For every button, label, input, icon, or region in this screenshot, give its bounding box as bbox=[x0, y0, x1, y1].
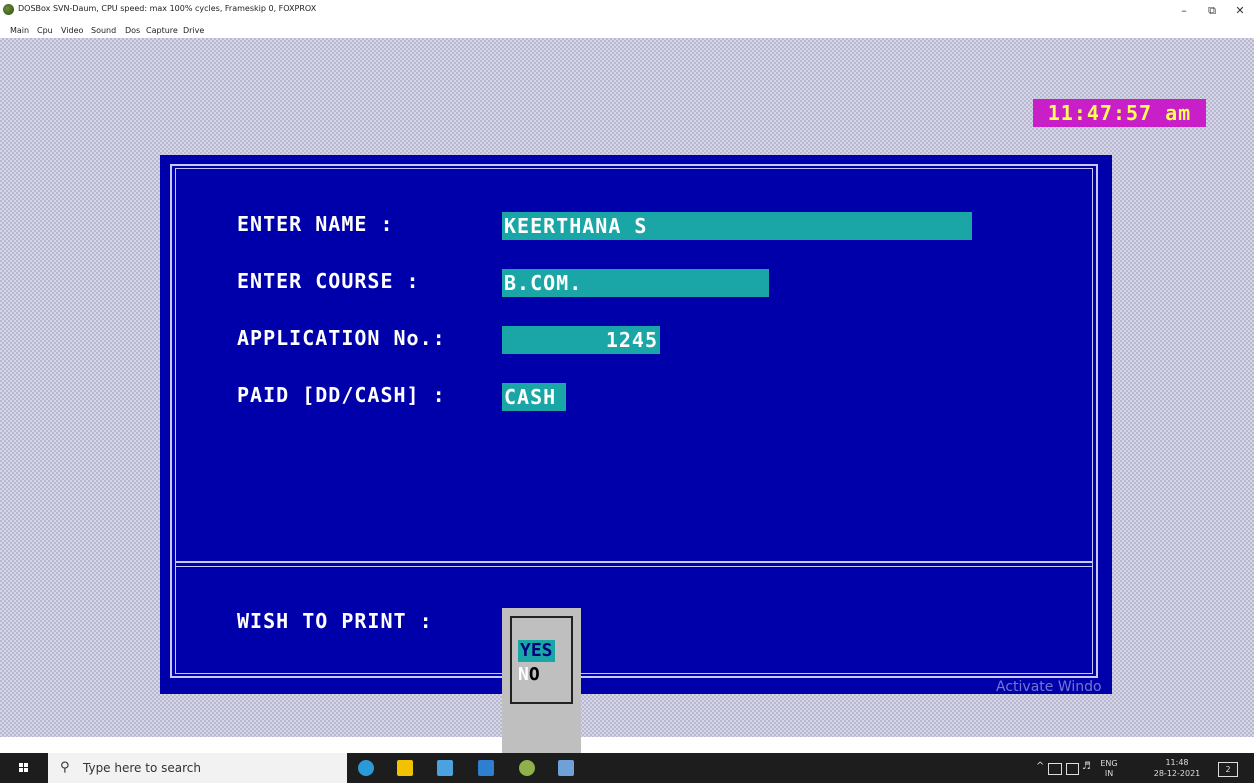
print-option-no-rest: O bbox=[528, 664, 540, 685]
application-no-label: APPLICATION No.: bbox=[237, 326, 446, 350]
menu-video[interactable]: Video bbox=[61, 26, 83, 35]
print-option-yes[interactable]: YES bbox=[518, 640, 555, 662]
menu-bar: Main Cpu Video Sound Dos Capture Drive bbox=[0, 22, 1254, 38]
windows-logo-icon bbox=[19, 763, 29, 773]
print-choice-popup: YES NO bbox=[502, 608, 581, 759]
edge-icon[interactable] bbox=[358, 760, 374, 776]
notification-center-icon[interactable]: 2 bbox=[1218, 762, 1238, 777]
store-icon[interactable] bbox=[437, 760, 453, 776]
language-bottom[interactable]: IN bbox=[1097, 769, 1121, 778]
language-top[interactable]: ENG bbox=[1097, 759, 1121, 768]
taskbar-search-box[interactable]: ⚲ Type here to search bbox=[48, 753, 347, 783]
name-field[interactable]: KEERTHANA S bbox=[502, 212, 972, 240]
dosbox-icon[interactable] bbox=[519, 760, 535, 776]
tray-volume-icon[interactable]: ♬ bbox=[1082, 761, 1091, 772]
taskbar-date[interactable]: 28-12-2021 bbox=[1150, 769, 1204, 778]
dos-clock: 11:47:57 am bbox=[1033, 99, 1206, 127]
course-label: ENTER COURSE : bbox=[237, 269, 420, 293]
mail-icon[interactable] bbox=[478, 760, 494, 776]
paid-label: PAID [DD/CASH] : bbox=[237, 383, 446, 407]
name-label: ENTER NAME : bbox=[237, 212, 394, 236]
app-icon[interactable] bbox=[558, 760, 574, 776]
activate-windows-watermark: Activate Windo bbox=[996, 679, 1102, 695]
dosbox-app-icon bbox=[3, 4, 14, 15]
panel-divider bbox=[175, 561, 1093, 563]
print-choice-box: YES NO bbox=[510, 616, 573, 704]
taskbar: ⚲ Type here to search ^ ♬ ENG IN 11:48 2… bbox=[0, 753, 1254, 783]
panel-border-inner bbox=[175, 168, 1093, 674]
window-title: DOSBox SVN-Daum, CPU speed: max 100% cyc… bbox=[18, 4, 317, 13]
menu-cpu[interactable]: Cpu bbox=[37, 26, 53, 35]
dos-screen: 11:47:57 am ENTER NAME : KEERTHANA S ENT… bbox=[0, 38, 1254, 759]
menu-sound[interactable]: Sound bbox=[91, 26, 116, 35]
search-placeholder: Type here to search bbox=[83, 761, 201, 775]
tray-battery-icon[interactable] bbox=[1066, 763, 1079, 775]
tray-network-icon[interactable] bbox=[1048, 763, 1062, 775]
close-button[interactable]: ✕ bbox=[1228, 4, 1252, 17]
panel-divider-inner bbox=[175, 566, 1093, 567]
menu-main[interactable]: Main bbox=[10, 26, 29, 35]
maximize-button[interactable]: ⧉ bbox=[1200, 4, 1224, 18]
print-option-no-hotkey: N bbox=[518, 664, 529, 685]
taskbar-time[interactable]: 11:48 bbox=[1150, 758, 1204, 767]
minimize-button[interactable]: – bbox=[1172, 4, 1196, 17]
file-explorer-icon[interactable] bbox=[397, 760, 413, 776]
course-field[interactable]: B.COM. bbox=[502, 269, 769, 297]
window-title-bar: DOSBox SVN-Daum, CPU speed: max 100% cyc… bbox=[0, 0, 1254, 22]
print-option-no[interactable]: NO bbox=[518, 664, 540, 686]
menu-dos[interactable]: Dos bbox=[125, 26, 140, 35]
application-no-field[interactable]: 1245 bbox=[502, 326, 660, 354]
print-label: WISH TO PRINT : bbox=[237, 609, 433, 633]
tray-chevron-icon[interactable]: ^ bbox=[1036, 761, 1044, 772]
menu-capture[interactable]: Capture bbox=[146, 26, 178, 35]
search-icon: ⚲ bbox=[60, 760, 70, 775]
menu-drive[interactable]: Drive bbox=[183, 26, 204, 35]
paid-field[interactable]: CASH bbox=[502, 383, 566, 411]
start-button[interactable] bbox=[0, 753, 48, 783]
